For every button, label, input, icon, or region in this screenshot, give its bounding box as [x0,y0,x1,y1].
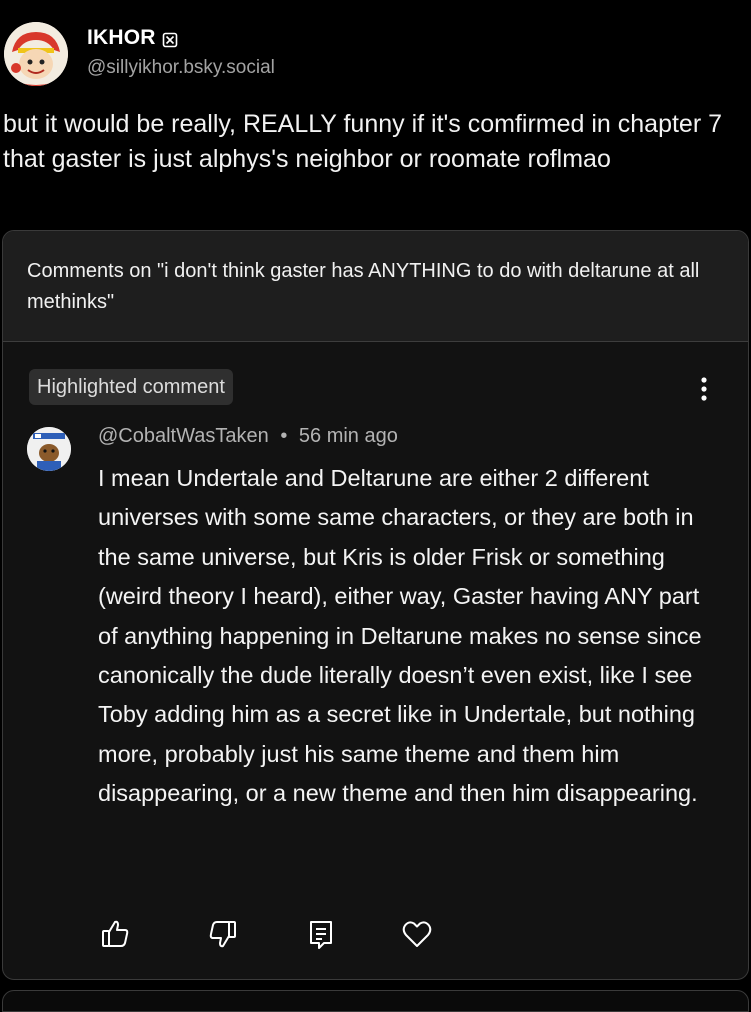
vertical-ellipsis-icon[interactable] [691,371,717,407]
comment-text: I mean Undertale and Deltarune are eithe… [98,465,702,807]
comments-sheet-title: Comments on "i don't think gaster has AN… [27,260,700,313]
author-handle[interactable]: @sillyikhor.bsky.social [87,57,275,79]
comment-meta: @CobaltWasTaken • 56 min ago [98,425,398,448]
author-avatar[interactable] [4,22,68,86]
reply-icon[interactable] [304,917,338,951]
embedded-screenshot[interactable]: Comments on "i don't think gaster has AN… [2,230,749,980]
dislike-icon[interactable] [206,917,240,951]
like-icon[interactable] [98,917,132,951]
post-text: but it would be really, REALLY funny if … [3,110,723,173]
next-card-edge [2,990,749,1012]
commenter-avatar[interactable] [27,427,71,471]
meta-separator: • [280,425,288,447]
circle-x-icon [162,30,178,48]
comment-time: 56 min ago [298,425,398,447]
heart-icon[interactable] [400,917,434,951]
highlighted-comment-chip: Highlighted comment [29,369,233,405]
comments-sheet-header: Comments on "i don't think gaster has AN… [3,231,748,342]
author-name[interactable]: IKHOR [87,26,178,50]
comment-author[interactable]: @CobaltWasTaken [98,425,269,447]
author-name-text: IKHOR [87,26,156,49]
post-header: IKHOR @sillyikhor.bsky.social [0,0,751,100]
comment-actions [98,917,458,953]
